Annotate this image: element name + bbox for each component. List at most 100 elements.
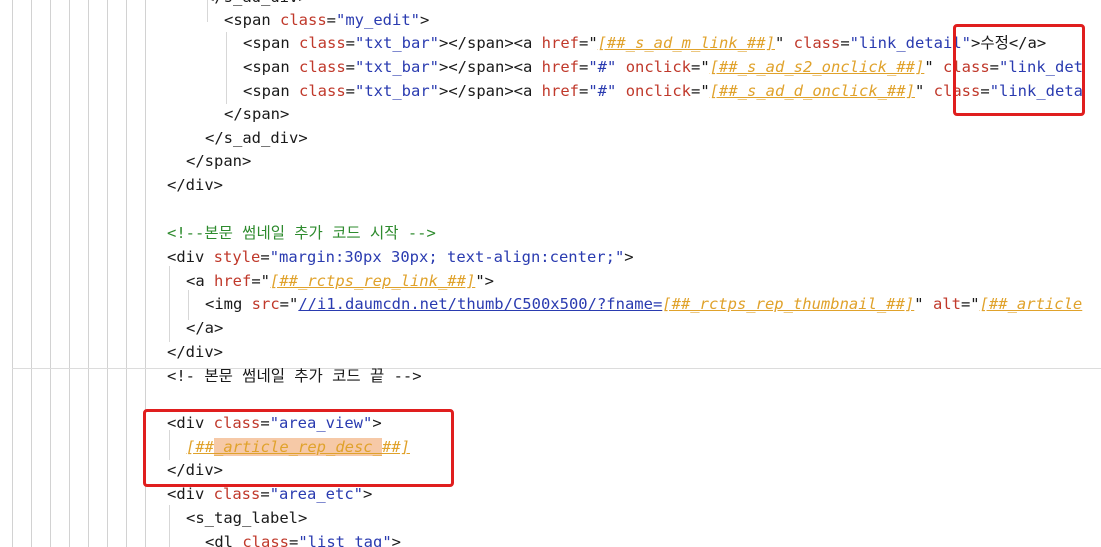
code-token: =" [279, 295, 299, 313]
code-line[interactable]: <dl class="list_tag"> [205, 531, 401, 547]
code-token: "txt_bar" [355, 34, 440, 52]
indent-guide [169, 266, 170, 342]
code-token: class [280, 11, 327, 29]
code-token: "#" [588, 82, 617, 100]
code-token: [##_s_ad_m_link_##] [597, 34, 775, 52]
code-token: =" [960, 295, 980, 313]
code-token: </div> [167, 176, 223, 194]
indent-guide [107, 0, 108, 547]
code-token: </span> [186, 152, 252, 170]
code-token: > [391, 533, 402, 547]
code-token: "txt_bar" [355, 82, 440, 100]
code-token: alt [932, 295, 961, 313]
indent-guide [69, 0, 70, 547]
code-token: = [579, 58, 589, 76]
code-token: <a [186, 272, 214, 290]
code-token: " [924, 58, 943, 76]
code-token: <s_tag_label> [186, 509, 308, 527]
code-line[interactable]: <span class="txt_bar"></span><a href="[#… [243, 32, 1046, 55]
code-token: <span [224, 11, 280, 29]
code-token: > [420, 11, 430, 29]
code-token: = [345, 82, 356, 100]
code-token: = [345, 34, 356, 52]
code-token: <span [243, 34, 299, 52]
code-token: class [213, 485, 261, 503]
code-editor[interactable]: </s_ad_div> <span class="my_edit"> <span… [0, 0, 1101, 547]
code-token: > [363, 485, 373, 503]
code-token: =" [579, 34, 598, 52]
code-token: style [213, 248, 261, 266]
code-token: = [326, 11, 337, 29]
code-line[interactable]: </s_ad_div> [205, 0, 308, 9]
indent-guide [226, 32, 227, 104]
code-token: onclick [625, 82, 692, 100]
indent-guide [188, 290, 189, 320]
code-token: class [242, 533, 289, 547]
code-token: [##_rctps_rep_thumbnail_##] [662, 295, 915, 313]
code-token: " [914, 295, 933, 313]
code-token: </a> [186, 319, 224, 337]
code-line[interactable]: </a> [186, 317, 223, 340]
code-token: ></span><a [439, 34, 542, 52]
code-token: </s_ad_div> [205, 0, 308, 6]
code-token: "my_edit" [336, 11, 421, 29]
code-token: <!- 본문 썸네일 추가 코드 끝 --> [167, 367, 422, 385]
code-token: <span [243, 82, 299, 100]
code-token: </span> [224, 105, 290, 123]
code-token: href [541, 58, 579, 76]
code-token: [##_article [979, 295, 1083, 313]
code-line[interactable]: </span> [186, 150, 251, 173]
code-token: "#" [588, 58, 617, 76]
code-token: "list_tag" [298, 533, 392, 547]
code-line[interactable]: </span> [224, 103, 289, 126]
code-token: </s_ad_div> [205, 129, 308, 147]
code-token: "txt_bar" [355, 58, 440, 76]
code-token: > [624, 248, 634, 266]
code-token: =" [691, 82, 710, 100]
code-line[interactable]: <span class="my_edit"> [224, 9, 429, 32]
code-token: = [260, 248, 270, 266]
code-line[interactable]: <a href="[##_rctps_rep_link_##]"> [186, 270, 494, 293]
code-token: [##_rctps_rep_link_##] [270, 272, 476, 290]
code-token: class [793, 34, 841, 52]
code-token: ></span><a [439, 82, 542, 100]
code-token: class [299, 82, 346, 100]
code-token: = [840, 34, 850, 52]
code-token: src [251, 295, 280, 313]
code-token: " [915, 82, 934, 100]
indent-guide [126, 0, 127, 547]
code-line[interactable]: </div> [167, 174, 223, 197]
code-line[interactable]: <img src="//i1.daumcdn.net/thumb/C500x50… [205, 293, 1082, 316]
code-token: =" [691, 58, 710, 76]
code-token: //i1.daumcdn.net/thumb/C500x500/?fname= [298, 295, 663, 313]
indent-guide [50, 0, 51, 547]
code-token: [##_s_ad_s2_onclick_##] [709, 58, 925, 76]
code-token: <img [205, 295, 252, 313]
code-comment[interactable]: <!--본문 썸네일 추가 코드 시작 --> [167, 222, 436, 245]
code-token: onclick [625, 58, 692, 76]
code-line[interactable]: </s_ad_div> [205, 127, 308, 150]
highlight-box-area-view [143, 409, 454, 487]
code-token: href [214, 272, 252, 290]
code-line[interactable]: <div style="margin:30px 30px; text-align… [167, 246, 634, 269]
code-token: href [541, 34, 579, 52]
code-token: ></span><a [439, 58, 542, 76]
code-comment[interactable]: <!- 본문 썸네일 추가 코드 끝 --> [167, 365, 422, 388]
indent-guide [12, 0, 13, 547]
code-token: <!--본문 썸네일 추가 코드 시작 --> [167, 224, 436, 242]
code-token: </div> [167, 343, 223, 361]
code-token: "area_etc" [269, 485, 364, 503]
indent-guide [88, 0, 89, 547]
indent-guide [31, 0, 32, 547]
code-token: [##_s_ad_d_onclick_##] [709, 82, 915, 100]
code-token: <div [167, 248, 214, 266]
highlight-box-link-detail [953, 24, 1085, 116]
code-token: "margin:30px 30px; text-align:center;" [269, 248, 625, 266]
code-token: class [299, 58, 346, 76]
code-token: " [774, 34, 794, 52]
code-line[interactable]: <s_tag_label> [186, 507, 307, 530]
code-token: href [541, 82, 579, 100]
code-line[interactable]: </div> [167, 341, 223, 364]
